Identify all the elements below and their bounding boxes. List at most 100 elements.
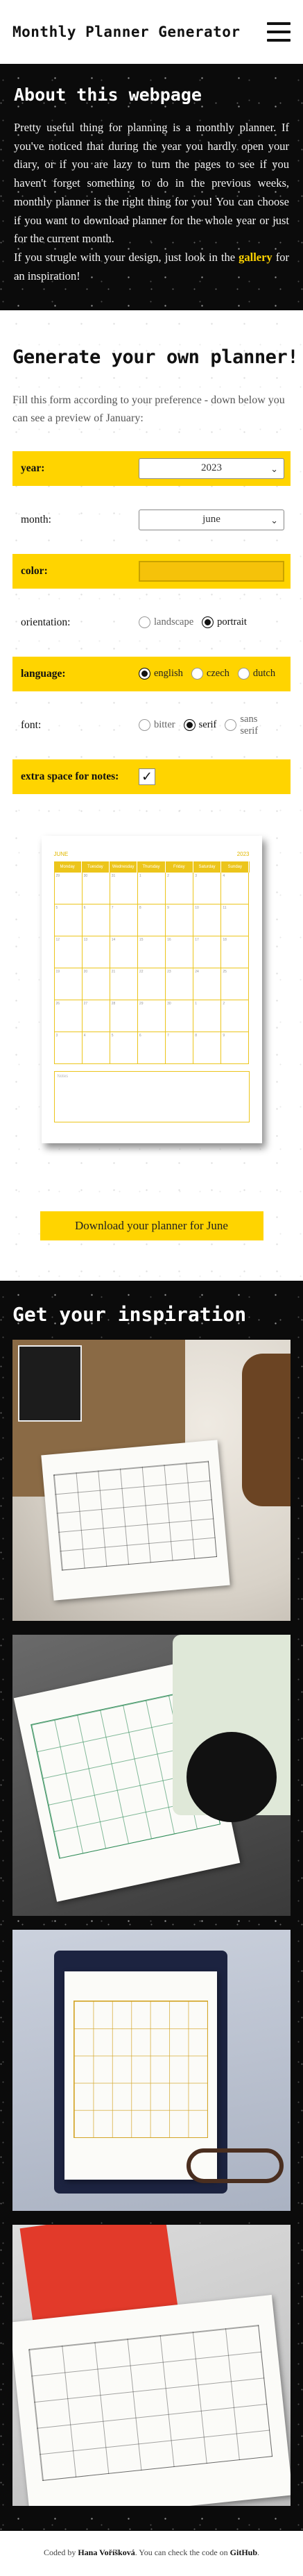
about-paragraph: Pretty useful thing for planning is a mo… <box>14 121 289 246</box>
font-serif-radio[interactable]: serif <box>183 719 217 732</box>
site-title[interactable]: Monthly Planner Generator <box>12 24 241 40</box>
year-row: year: 2023 ⌄ <box>12 451 291 486</box>
menu-bar <box>267 39 291 42</box>
color-row: color: <box>12 553 291 589</box>
font-sans-serif-radio[interactable]: sans serif <box>225 714 274 737</box>
top-bar: Monthly Planner Generator <box>0 0 303 64</box>
preview-day-cell: 5 <box>110 1032 138 1064</box>
preview-weekday: Friday <box>166 861 193 873</box>
preview-day-cell: 2 <box>221 1000 250 1032</box>
gallery-link[interactable]: gallery <box>239 251 272 264</box>
preview-weekday: Thursday <box>137 861 166 873</box>
preview-weekday: Monday <box>54 861 82 873</box>
glasses <box>187 2148 284 2183</box>
year-label: year: <box>21 462 45 474</box>
footer: Coded by Hana Voříšková. You can check t… <box>0 2530 303 2576</box>
month-row: month: june ⌄ <box>12 503 291 537</box>
preview-day-cell: 12 <box>54 936 83 968</box>
preview-day-cell: 24 <box>193 968 222 1000</box>
radio-label: serif <box>198 719 217 731</box>
inspiration-section: Get your inspiration <box>0 1281 303 2531</box>
planner-paper <box>12 2294 291 2506</box>
preview-day-cell: 4 <box>82 1032 110 1064</box>
radio-dot <box>225 719 237 732</box>
download-button[interactable]: Download your planner for June <box>40 1211 263 1240</box>
preview-day-cell: 27 <box>82 1000 110 1032</box>
inspiration-photo-1 <box>12 1339 291 1621</box>
poster <box>18 1345 82 1422</box>
preview-day-cell: 30 <box>166 1000 194 1032</box>
about-text: Pretty useful thing for planning is a mo… <box>14 119 289 285</box>
preview-day-cell: 29 <box>54 872 83 904</box>
footer-suffix: . <box>257 2547 260 2557</box>
orientation-landscape-radio[interactable]: landscape <box>139 616 193 629</box>
language-dutch-radio[interactable]: dutch <box>237 668 276 680</box>
preview-day-cell: 17 <box>193 936 222 968</box>
inspiration-photo-2 <box>12 1634 291 1916</box>
planner-preview: JUNE 2023 Monday Tuesday Wednesday Thursday… <box>41 835 262 1143</box>
font-bitter-radio[interactable]: bitter <box>139 719 175 732</box>
orientation-portrait-radio[interactable]: portrait <box>202 616 247 629</box>
radio-dot <box>183 719 196 732</box>
extra-notes-checkbox[interactable]: ✓ <box>139 768 155 785</box>
generator-heading: Generate your own planner! <box>12 346 299 369</box>
radio-dot <box>202 616 214 629</box>
preview-day-cell: 3 <box>193 872 222 904</box>
radio-label: dutch <box>252 668 276 680</box>
radio-dot <box>139 719 150 732</box>
language-english-radio[interactable]: english <box>139 668 183 680</box>
planner-paper <box>41 1439 230 1601</box>
preview-year: 2023 <box>236 850 250 857</box>
color-picker[interactable] <box>139 560 284 582</box>
preview-weekdays: Monday Tuesday Wednesday Thursday Friday Satu… <box>53 861 250 873</box>
preview-day-cell: 14 <box>110 936 138 968</box>
language-czech-radio[interactable]: czech <box>191 668 230 680</box>
menu-bar <box>267 31 291 33</box>
month-select[interactable]: june ⌄ <box>139 509 284 530</box>
preview-day-cell: 2 <box>166 872 194 904</box>
preview-day-cell: 6 <box>137 1032 166 1064</box>
preview-day-cell: 4 <box>221 872 250 904</box>
preview-day-cell: 9 <box>221 1032 250 1064</box>
chevron-down-icon: ⌄ <box>270 463 278 474</box>
preview-day-cell: 31 <box>110 872 138 904</box>
preview-weekday: Tuesday <box>82 861 110 873</box>
radio-label: sans serif <box>240 713 259 736</box>
preview-day-cell: 28 <box>110 1000 138 1032</box>
radio-dot <box>237 668 250 680</box>
footer-prefix: Coded by <box>43 2547 78 2557</box>
github-link[interactable]: GitHub <box>230 2548 257 2557</box>
planner-grid <box>28 2324 273 2481</box>
preview-day-cell: 7 <box>110 904 138 936</box>
radio-dot <box>191 668 203 680</box>
planner-paper <box>64 1971 217 2180</box>
planner-grid <box>73 2000 208 2138</box>
month-label: month: <box>21 513 51 525</box>
radio-label: czech <box>206 668 230 680</box>
extra-notes-label: extra space for notes: <box>21 770 119 782</box>
radio-label: portrait <box>217 616 247 628</box>
radio-label: english <box>154 668 183 680</box>
preview-day-cell: 18 <box>221 936 250 968</box>
font-row: font: bitter serif sans serif <box>12 708 291 743</box>
preview-day-cell: 25 <box>221 968 250 1000</box>
guitar <box>242 1353 291 1506</box>
preview-day-cell: 29 <box>137 1000 166 1032</box>
preview-day-cell: 5 <box>54 904 83 936</box>
month-value: june <box>202 514 220 525</box>
extra-notes-row: extra space for notes: ✓ <box>12 759 291 794</box>
preview-day-cell: 10 <box>193 904 222 936</box>
author-name: Hana Voříšková <box>78 2547 135 2557</box>
preview-grid: 29 30 31 1 2 3 4 5 6 7 8 9 10 11 12 13 14 15 16 17 18 19 20 21 2… <box>53 872 250 1064</box>
about-heading: About this webpage <box>14 85 202 105</box>
planner-grid <box>53 1460 217 1571</box>
orientation-row: orientation: landscape portrait <box>12 605 291 640</box>
preview-header: JUNE 2023 <box>54 851 250 857</box>
preview-day-cell: 6 <box>82 904 110 936</box>
about-gallery-text-start: If you strugle with your design, just lo… <box>14 251 239 264</box>
radio-label: bitter <box>154 719 175 731</box>
preview-day-cell: 26 <box>54 1000 83 1032</box>
preview-day-cell: 11 <box>221 904 250 936</box>
year-select[interactable]: 2023 ⌄ <box>139 457 284 479</box>
hamburger-menu-icon[interactable] <box>267 22 291 42</box>
